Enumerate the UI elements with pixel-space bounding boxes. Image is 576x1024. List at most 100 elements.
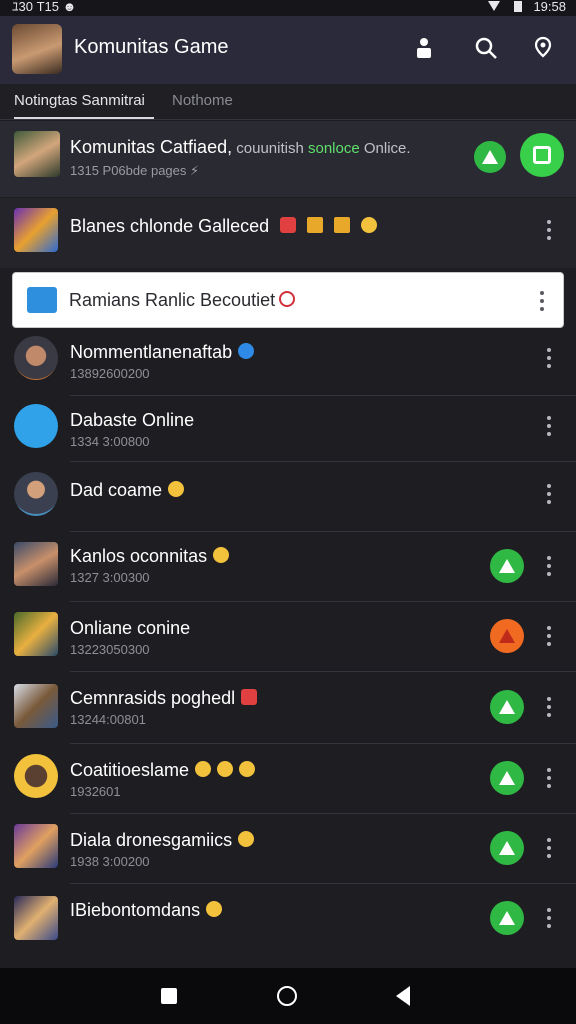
featured-sub1: couunitish: [232, 140, 308, 157]
star-badge[interactable]: [490, 761, 524, 795]
more-options-icon[interactable]: [546, 626, 552, 646]
more-options-icon[interactable]: [546, 416, 552, 436]
highlight-row[interactable]: Blanes chlonde Galleced: [0, 198, 576, 268]
flame-icon: [499, 629, 515, 643]
person-icon[interactable]: [408, 32, 440, 64]
list-item-avatar: [14, 684, 58, 728]
list-item-avatar: [14, 542, 58, 586]
star-icon: [499, 911, 515, 925]
list-item-subtitle: 1334 3:00800: [70, 434, 150, 449]
list-item-avatar: [14, 336, 58, 380]
smiley-icon: [238, 831, 255, 848]
list-item-subtitle: 13223050300: [70, 642, 150, 657]
list-item-title: Coatitioeslame: [70, 760, 256, 781]
star-badge[interactable]: [490, 690, 524, 724]
featured-sub3: Onlice.: [359, 140, 411, 157]
smiley-icon: [361, 217, 378, 234]
star-badge[interactable]: [490, 831, 524, 865]
list-item[interactable]: Kanlos oconnitas 1327 3:00300: [0, 532, 576, 602]
list-item-title-text: Nommentlanenaftab: [70, 342, 233, 362]
list-item-title: Diala dronesgamiics: [70, 830, 255, 851]
list-item-subtitle: 13892600200: [70, 366, 150, 381]
highlight-thumbnail: [14, 208, 58, 252]
check-icon: [27, 287, 57, 313]
highlight-title-text: Blanes chlonde Galleced: [70, 216, 270, 236]
tab-home[interactable]: Nothome: [172, 92, 233, 109]
location-icon[interactable]: [527, 32, 559, 64]
flame-badge[interactable]: [490, 619, 524, 653]
list-item-title: Kanlos oconnitas: [70, 546, 230, 567]
tab-bar: Notingtas Sanmitrai Nothome: [0, 84, 576, 120]
list-item-avatar: [14, 612, 58, 656]
tab-notifications[interactable]: Notingtas Sanmitrai: [14, 92, 145, 109]
status-bar: ﾕ30 T15 ☻ 19:58: [0, 0, 576, 16]
list-item-avatar: [14, 754, 58, 798]
flag-icon: [280, 217, 297, 234]
star-badge[interactable]: [474, 141, 506, 173]
list-item-title: Dabaste Online: [70, 410, 195, 430]
home-button[interactable]: [277, 986, 297, 1006]
more-options-icon[interactable]: [546, 556, 552, 576]
status-left-text: ﾕ30 T15 ☻: [12, 0, 77, 14]
list-item[interactable]: IBiebontomdans: [0, 884, 576, 964]
alert-icon: [241, 689, 258, 706]
smiley-icon: [168, 481, 185, 498]
pencil-icon: [213, 547, 230, 564]
pinned-item[interactable]: Ramians Ranlic Becoutiet: [12, 272, 564, 328]
crown-icon: [307, 217, 324, 234]
star-icon: [482, 150, 498, 164]
recents-button[interactable]: [161, 988, 177, 1004]
featured-meta: 1315 P06bde pages ⚡: [70, 163, 200, 178]
list-item[interactable]: Dabaste Online 1334 3:00800: [0, 396, 576, 462]
more-options-icon[interactable]: [546, 838, 552, 858]
list-item[interactable]: Coatitioeslame 1932601: [0, 744, 576, 814]
avatar[interactable]: [12, 24, 62, 74]
smiley-icon: [217, 761, 234, 778]
list-item[interactable]: Diala dronesgamiics 1938 3:00200: [0, 814, 576, 884]
more-options-icon[interactable]: [546, 908, 552, 928]
warning-icon: [279, 291, 296, 308]
back-button[interactable]: [396, 986, 410, 1006]
twitter-icon: [14, 404, 58, 448]
featured-card[interactable]: Komunitas Catfiaed, couunitish sonloce O…: [0, 121, 576, 197]
more-options-icon[interactable]: [546, 697, 552, 717]
verified-icon: [238, 343, 255, 360]
featured-sub2: sonloce: [307, 140, 360, 157]
more-options-icon[interactable]: [546, 220, 552, 240]
more-options-icon[interactable]: [546, 768, 552, 788]
app-bar: Komunitas Game: [0, 16, 576, 84]
list-item-title-text: Diala dronesgamiics: [70, 830, 233, 850]
star-icon: [499, 559, 515, 573]
smiley-icon: [195, 761, 212, 778]
star-badge[interactable]: [490, 549, 524, 583]
list-item-subtitle: 1938 3:00200: [70, 854, 150, 869]
open-button[interactable]: [520, 133, 564, 177]
list-item-title-text: Cemnrasids poghedl: [70, 688, 236, 708]
battery-icon: [513, 1, 522, 12]
star-icon: [499, 700, 515, 714]
star-icon: [499, 841, 515, 855]
more-options-icon[interactable]: [539, 291, 545, 311]
smiley-icon: [206, 901, 223, 918]
featured-thumbnail: [14, 131, 60, 177]
list-item-title-text: Coatitioeslame: [70, 760, 190, 780]
list-item-avatar: [14, 472, 58, 516]
star-badge[interactable]: [490, 901, 524, 935]
more-options-icon[interactable]: [546, 484, 552, 504]
search-icon[interactable]: [470, 32, 502, 64]
list-item[interactable]: Nommentlanenaftab 13892600200: [0, 330, 576, 396]
list-item-title: Dad coame: [70, 480, 185, 501]
list-item-avatar: [14, 896, 58, 940]
list-item-title: Nommentlanenaftab: [70, 342, 255, 363]
list-item[interactable]: Cemnrasids poghedl 13244:00801: [0, 672, 576, 744]
pinned-label-text: Ramians Ranlic Becoutiet: [69, 290, 276, 310]
controller-icon: [533, 146, 551, 164]
tab-indicator: [14, 117, 154, 119]
system-nav-bar: [0, 968, 576, 1024]
more-options-icon[interactable]: [546, 348, 552, 368]
list-item[interactable]: Dad coame: [0, 462, 576, 532]
list-item-title: IBiebontomdans: [70, 900, 223, 921]
list-item[interactable]: Onliane conine 13223050300: [0, 602, 576, 672]
list-item-title-text: IBiebontomdans: [70, 900, 201, 920]
list-item-title-text: Dad coame: [70, 480, 163, 500]
